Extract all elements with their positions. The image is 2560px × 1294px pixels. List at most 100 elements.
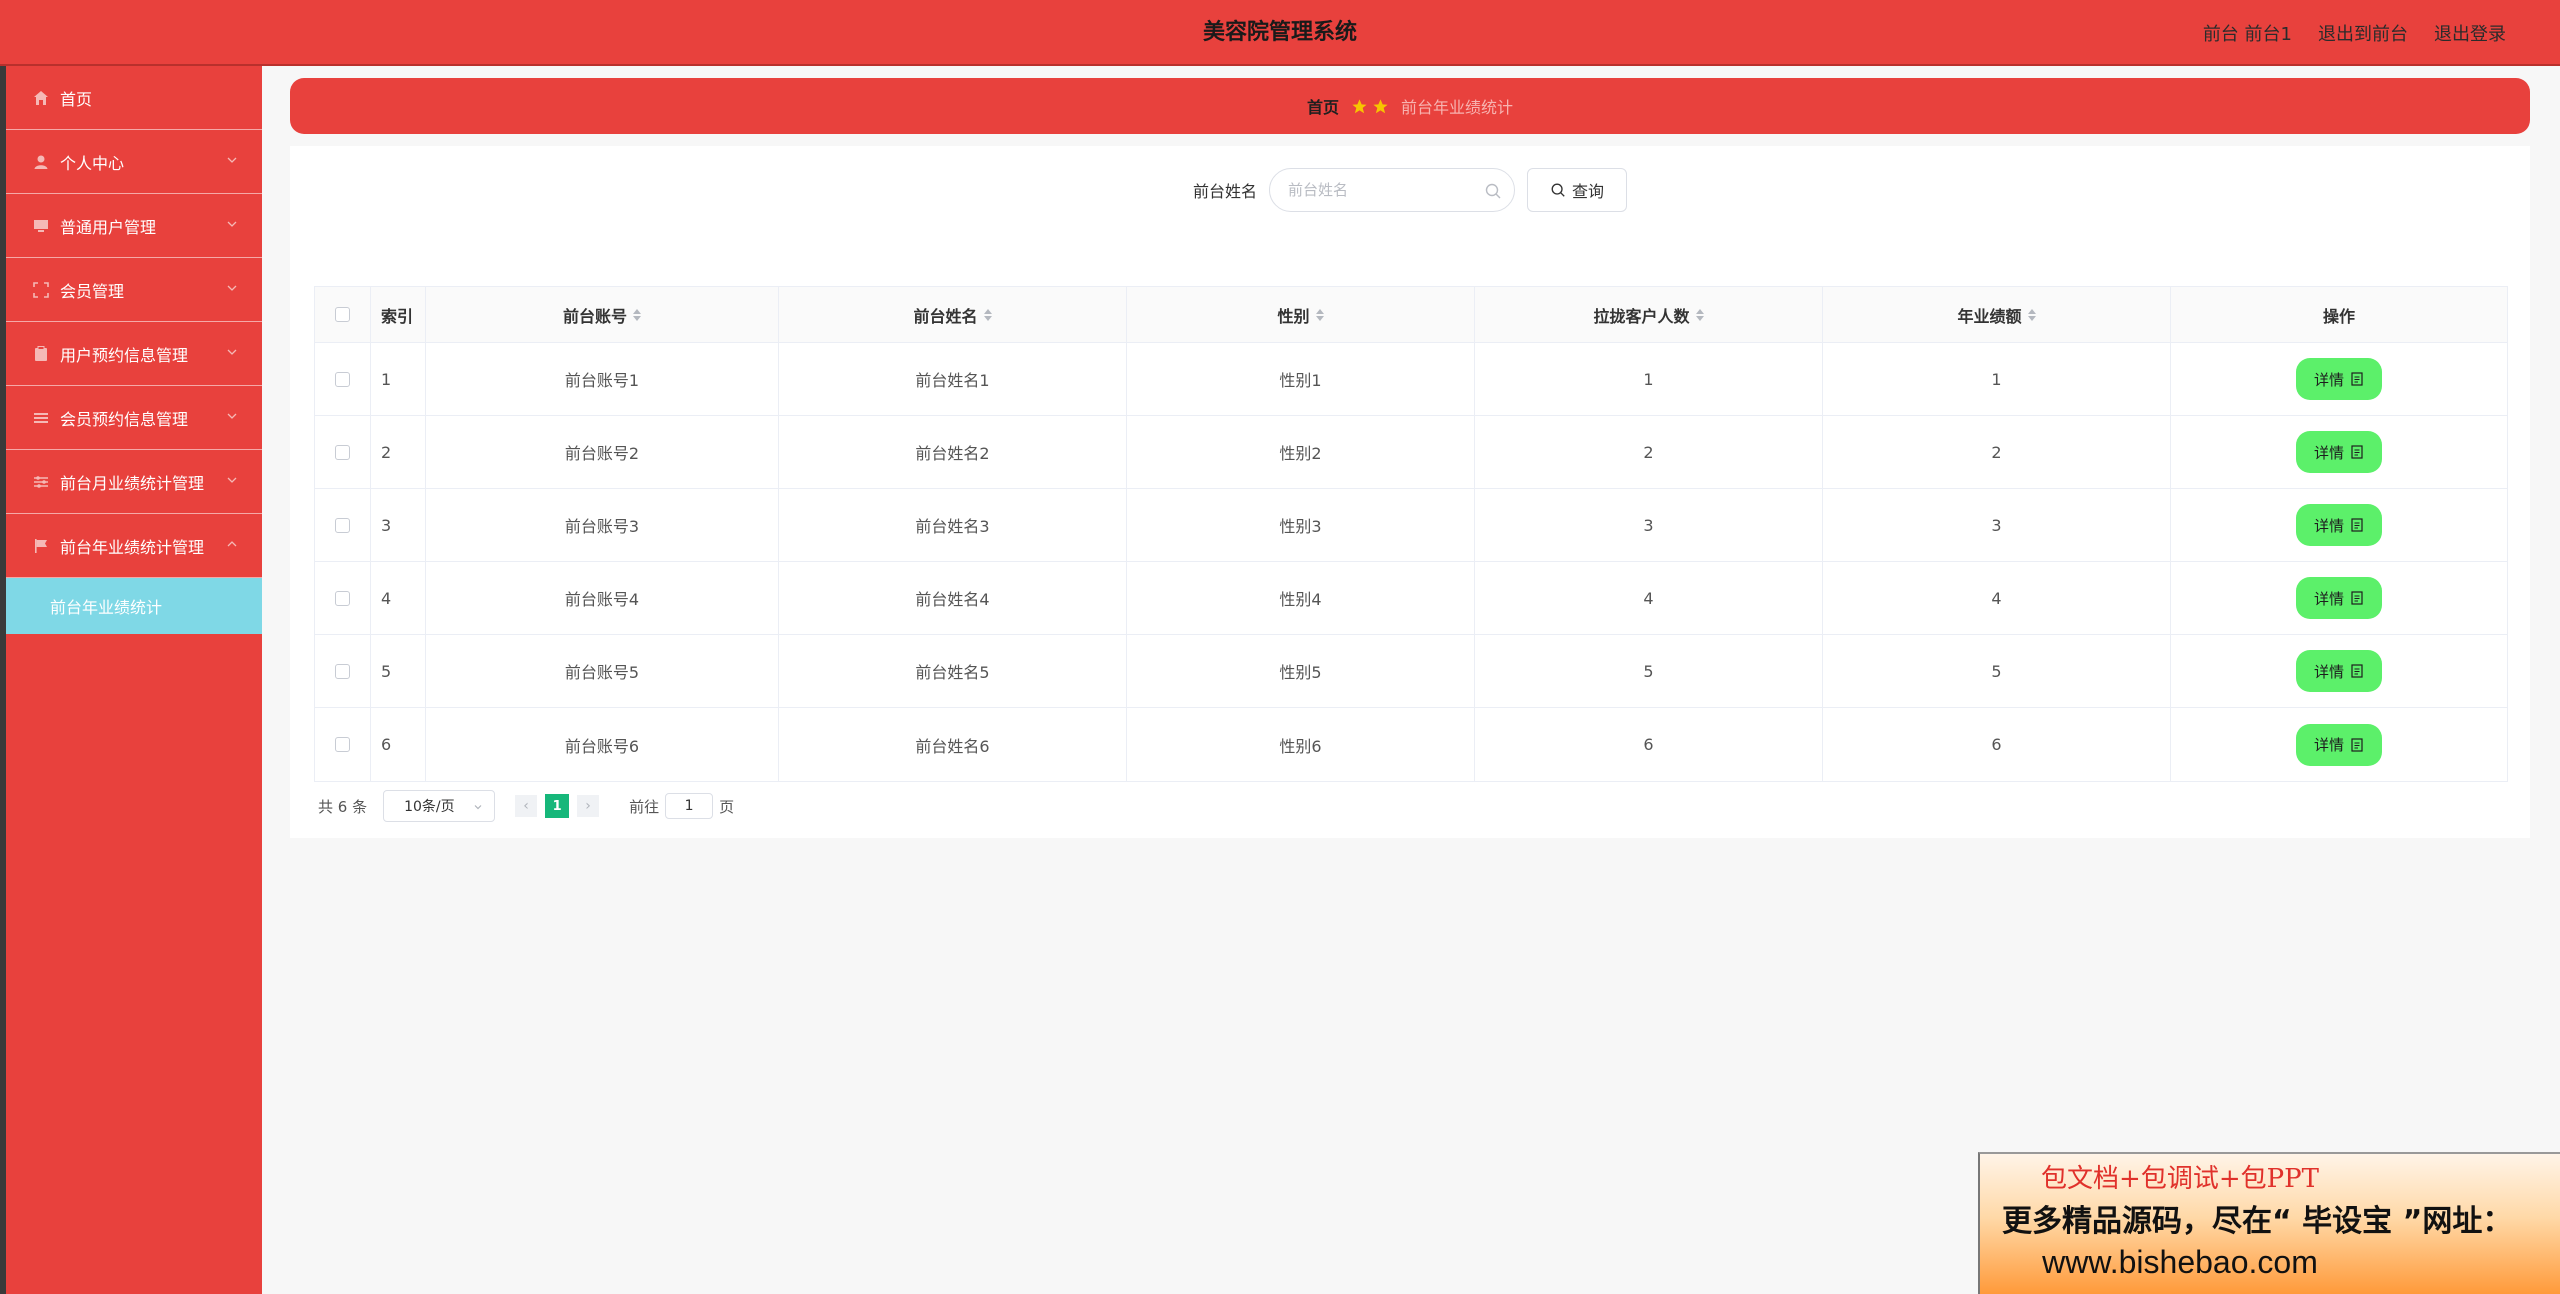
detail-button[interactable]: 详情 <box>2296 577 2382 619</box>
sidebar-item-personal-center[interactable]: 个人中心 <box>6 130 262 194</box>
cell-index: 6 <box>371 708 426 781</box>
home-icon <box>32 89 50 107</box>
detail-button-label: 详情 <box>2313 589 2344 608</box>
cell-name: 前台姓名1 <box>779 343 1127 415</box>
sidebar-item-home[interactable]: 首页 <box>6 66 262 130</box>
star-icon <box>1373 98 1388 113</box>
detail-button[interactable]: 详情 <box>2296 650 2382 692</box>
cell-gender: 性别3 <box>1127 489 1475 561</box>
sidebar-item-label: 前台年业绩统计管理 <box>60 537 205 557</box>
column-header-account[interactable]: 前台账号 <box>426 287 779 342</box>
cell-name: 前台姓名4 <box>779 562 1127 634</box>
cell-customers: 1 <box>1475 343 1823 415</box>
data-table: 索引 前台账号 前台姓名 性别 拉拢客户人数 年业绩额 操作 1 前台账号1 前… <box>314 286 2508 782</box>
prev-page-button[interactable]: ‹ <box>515 795 538 817</box>
user-icon <box>32 153 50 171</box>
detail-button-label: 详情 <box>2313 736 2344 754</box>
page-size-select[interactable]: 10条/页 <box>383 790 496 822</box>
detail-button-label: 详情 <box>2313 516 2344 535</box>
next-page-button[interactable]: › <box>577 795 600 817</box>
cell-customers: 3 <box>1475 489 1823 561</box>
app-title: 美容院管理系统 <box>1202 20 1357 45</box>
column-header-name[interactable]: 前台姓名 <box>779 287 1127 342</box>
sidebar-item-users[interactable]: 普通用户管理 <box>6 194 262 258</box>
select-all-checkbox[interactable] <box>335 307 350 322</box>
sidebar-item-label: 前台月业绩统计管理 <box>60 473 205 493</box>
page-number-button[interactable]: 1 <box>545 794 570 818</box>
column-header-gender[interactable]: 性别 <box>1127 287 1475 342</box>
column-header-index: 索引 <box>371 287 426 342</box>
ad-line-1: 包文档+包调试+包PPT <box>2041 1164 2319 1194</box>
chevron-down-icon <box>474 805 482 810</box>
search-input[interactable] <box>1288 181 1468 199</box>
row-checkbox[interactable] <box>335 517 350 533</box>
document-icon <box>2351 372 2363 386</box>
cell-index: 5 <box>371 635 426 707</box>
current-user-label[interactable]: 前台 前台1 <box>2203 20 2292 46</box>
sidebar: 首页 个人中心 普通用户管理 会员管理 用户预约信息管理 会员预约信息管理 前台… <box>0 66 262 1294</box>
cell-amount: 6 <box>1823 708 2171 781</box>
column-header-actions: 操作 <box>2322 306 2355 326</box>
table-header-row: 索引 前台账号 前台姓名 性别 拉拢客户人数 年业绩额 操作 <box>315 287 2507 343</box>
table-row: 2 前台账号2 前台姓名2 性别2 2 2 详情 <box>315 416 2507 489</box>
cell-account: 前台账号2 <box>426 416 779 488</box>
detail-button[interactable]: 详情 <box>2296 431 2382 473</box>
goto-page: 前往 页 <box>629 793 734 819</box>
query-button[interactable]: 查询 <box>1527 168 1627 212</box>
cell-index: 2 <box>371 416 426 488</box>
query-button-label: 查询 <box>1571 182 1604 201</box>
back-to-front-link[interactable]: 退出到前台 <box>2318 20 2408 46</box>
header-checkbox-cell <box>315 287 371 342</box>
row-checkbox[interactable] <box>335 590 350 606</box>
logout-link[interactable]: 退出登录 <box>2434 20 2506 46</box>
sidebar-item-yearly-performance[interactable]: 前台年业绩统计管理 <box>6 514 262 578</box>
sidebar-item-label: 会员管理 <box>60 281 125 301</box>
row-checkbox[interactable] <box>335 444 350 460</box>
sliders-icon <box>32 473 50 491</box>
sort-icon[interactable] <box>983 308 992 321</box>
column-header-customers[interactable]: 拉拢客户人数 <box>1475 287 1823 342</box>
cell-index: 3 <box>371 489 426 561</box>
sort-icon[interactable] <box>2027 308 2036 321</box>
detail-button[interactable]: 详情 <box>2296 358 2382 400</box>
table-row: 6 前台账号6 前台姓名6 性别6 6 6 详情 <box>315 708 2507 781</box>
row-checkbox[interactable] <box>335 663 350 679</box>
sort-icon[interactable] <box>1315 308 1324 321</box>
table-row: 3 前台账号3 前台姓名3 性别3 3 3 详情 <box>315 489 2507 562</box>
column-header-amount[interactable]: 年业绩额 <box>1823 287 2171 342</box>
sidebar-item-monthly-performance[interactable]: 前台月业绩统计管理 <box>6 450 262 514</box>
table-row: 1 前台账号1 前台姓名1 性别1 1 1 详情 <box>315 343 2507 416</box>
search-icon <box>1485 183 1501 199</box>
search-bar: 前台姓名 查询 <box>290 168 2530 212</box>
sidebar-item-member-appointments[interactable]: 会员预约信息管理 <box>6 386 262 450</box>
sidebar-item-label: 普通用户管理 <box>60 217 157 237</box>
column-header-label: 性别 <box>1277 306 1310 326</box>
sidebar-item-label: 会员预约信息管理 <box>60 409 189 429</box>
goto-page-input[interactable] <box>665 793 714 819</box>
detail-button[interactable]: 详情 <box>2296 504 2382 546</box>
search-field <box>1269 168 1515 212</box>
cell-name: 前台姓名3 <box>779 489 1127 561</box>
detail-button[interactable]: 详情 <box>2296 723 2382 766</box>
column-header-label: 前台账号 <box>562 306 627 326</box>
chevron-down-icon <box>227 221 237 227</box>
table-row: 4 前台账号4 前台姓名4 性别4 4 4 详情 <box>315 562 2507 635</box>
sidebar-item-label: 首页 <box>60 89 93 109</box>
row-checkbox[interactable] <box>335 737 350 752</box>
search-icon <box>1551 183 1565 197</box>
sidebar-item-user-appointments[interactable]: 用户预约信息管理 <box>6 322 262 386</box>
row-checkbox[interactable] <box>335 371 350 387</box>
cell-customers: 5 <box>1475 635 1823 707</box>
sidebar-item-label: 用户预约信息管理 <box>60 345 189 365</box>
sort-icon[interactable] <box>633 308 641 321</box>
pagination-total: 共 6 条 <box>318 797 368 816</box>
goto-suffix: 页 <box>719 797 735 816</box>
sort-icon[interactable] <box>1695 308 1704 321</box>
breadcrumb-home[interactable]: 首页 <box>1307 94 1339 118</box>
sidebar-item-members[interactable]: 会员管理 <box>6 258 262 322</box>
sidebar-subitem-yearly-stats[interactable]: 前台年业绩统计 <box>6 578 262 634</box>
chevron-down-icon <box>227 157 237 163</box>
ad-line-2: 更多精品源码，尽在“ 毕设宝 ”网址： <box>2002 1204 2513 1239</box>
cell-gender: 性别2 <box>1127 416 1475 488</box>
ad-line-3: www.bishebao.com <box>2042 1244 2318 1280</box>
